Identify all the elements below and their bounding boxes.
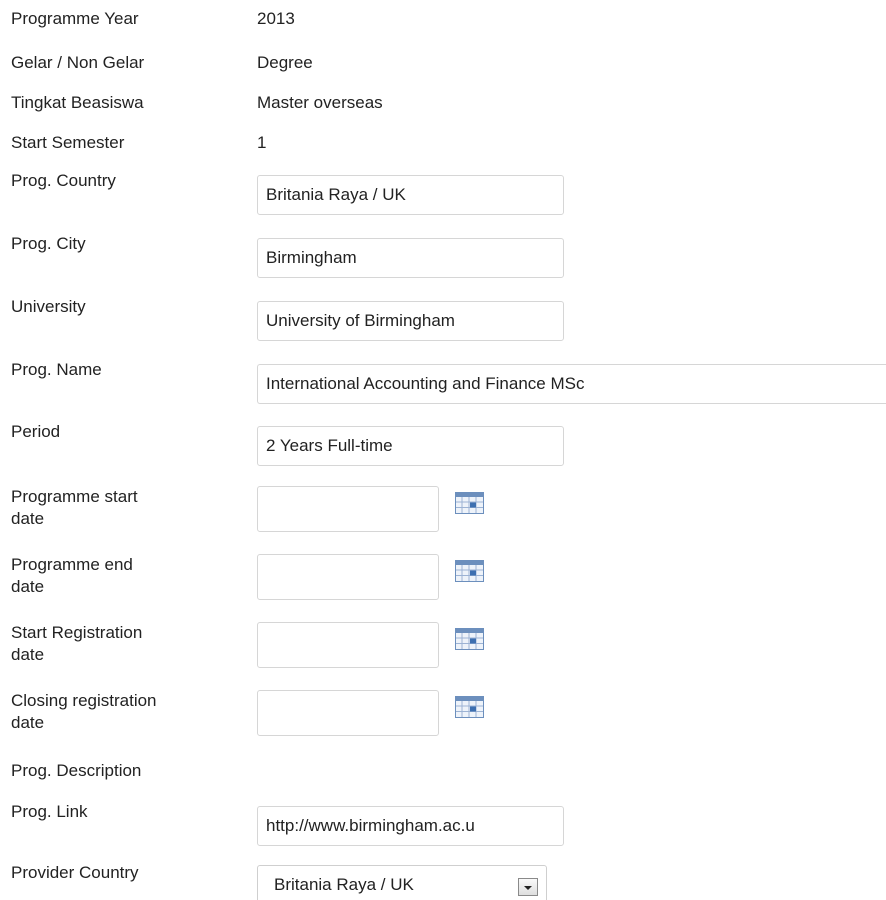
provider-country-row: Provider Country Britania Raya / UK: [11, 862, 886, 900]
provider-country-label: Provider Country: [11, 863, 139, 882]
programme-start-date-label: Programme start date: [11, 487, 138, 528]
university-field[interactable]: University of Birmingham: [257, 301, 564, 341]
period-field[interactable]: 2 Years Full-time: [257, 426, 564, 466]
start-registration-date-field[interactable]: [257, 622, 439, 668]
gelar-label: Gelar / Non Gelar: [11, 53, 145, 72]
provider-country-selected: Britania Raya / UK: [274, 875, 414, 894]
programme-end-date-field[interactable]: [257, 554, 439, 600]
calendar-icon[interactable]: [455, 492, 484, 514]
prog-name-label: Prog. Name: [11, 360, 102, 379]
chevron-down-icon[interactable]: [518, 878, 538, 896]
prog-city-label: Prog. City: [11, 234, 86, 253]
prog-city-field[interactable]: Birmingham: [257, 238, 564, 278]
tingkat-beasiswa-label: Tingkat Beasiswa: [11, 93, 144, 112]
prog-country-field[interactable]: Britania Raya / UK: [257, 175, 564, 215]
closing-registration-date-label: Closing registration date: [11, 691, 157, 732]
calendar-icon[interactable]: [455, 560, 484, 582]
university-label: University: [11, 297, 86, 316]
period-label: Period: [11, 422, 61, 441]
calendar-icon[interactable]: [455, 628, 484, 650]
prog-description-label: Prog. Description: [11, 761, 142, 780]
prog-link-field[interactable]: http://www.birmingham.ac.u: [257, 806, 564, 846]
gelar-value: Degree: [257, 53, 313, 72]
closing-registration-date-field[interactable]: [257, 690, 439, 736]
tingkat-beasiswa-value: Master overseas: [257, 93, 383, 112]
prog-link-label: Prog. Link: [11, 802, 88, 821]
programme-year-label: Programme Year: [11, 9, 139, 28]
start-registration-date-label: Start Registration date: [11, 623, 143, 664]
start-semester-value: 1: [257, 133, 267, 152]
programme-year-value: 2013: [257, 9, 295, 28]
provider-country-select[interactable]: Britania Raya / UK: [257, 865, 547, 900]
programme-start-date-field[interactable]: [257, 486, 439, 532]
start-semester-label: Start Semester: [11, 133, 125, 152]
programme-end-date-label: Programme end date: [11, 555, 133, 596]
prog-name-field[interactable]: International Accounting and Finance MSc: [257, 364, 886, 404]
prog-country-label: Prog. Country: [11, 171, 116, 190]
calendar-icon[interactable]: [455, 696, 484, 718]
